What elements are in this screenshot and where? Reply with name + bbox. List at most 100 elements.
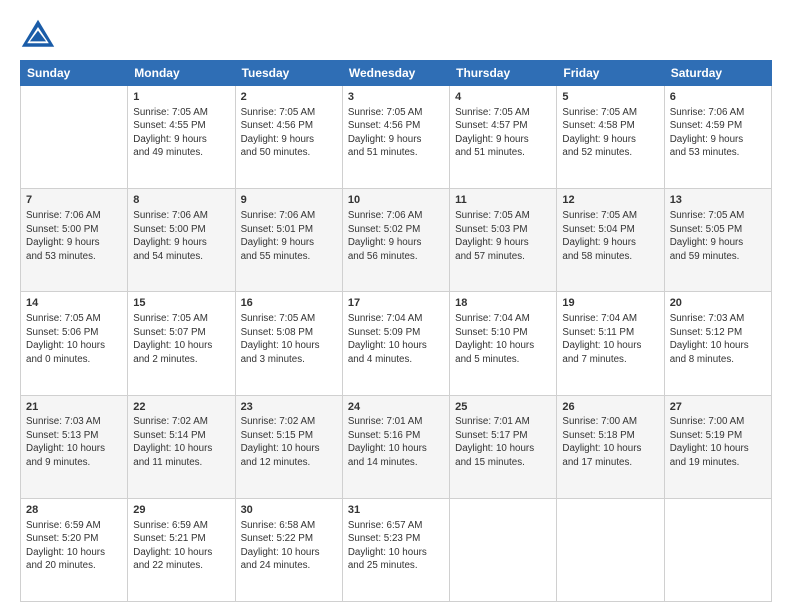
day-number: 29 <box>133 503 229 518</box>
day-number: 11 <box>455 193 551 208</box>
day-info: Sunrise: 6:59 AM Sunset: 5:20 PM Dayligh… <box>26 519 122 573</box>
day-info: Sunrise: 7:05 AM Sunset: 5:06 PM Dayligh… <box>26 312 122 366</box>
page: SundayMondayTuesdayWednesdayThursdayFrid… <box>0 0 792 612</box>
day-number: 7 <box>26 193 122 208</box>
day-number: 3 <box>348 90 444 105</box>
calendar-cell <box>450 498 557 601</box>
week-row-1: 7Sunrise: 7:06 AM Sunset: 5:00 PM Daylig… <box>21 189 772 292</box>
calendar-cell: 19Sunrise: 7:04 AM Sunset: 5:11 PM Dayli… <box>557 292 664 395</box>
day-info: Sunrise: 7:05 AM Sunset: 4:56 PM Dayligh… <box>241 106 337 160</box>
calendar-cell <box>21 86 128 189</box>
day-info: Sunrise: 7:01 AM Sunset: 5:16 PM Dayligh… <box>348 415 444 469</box>
day-info: Sunrise: 7:05 AM Sunset: 4:55 PM Dayligh… <box>133 106 229 160</box>
day-info: Sunrise: 7:03 AM Sunset: 5:13 PM Dayligh… <box>26 415 122 469</box>
day-number: 22 <box>133 400 229 415</box>
day-number: 27 <box>670 400 766 415</box>
day-number: 1 <box>133 90 229 105</box>
day-number: 17 <box>348 296 444 311</box>
calendar-cell: 2Sunrise: 7:05 AM Sunset: 4:56 PM Daylig… <box>235 86 342 189</box>
calendar-cell: 31Sunrise: 6:57 AM Sunset: 5:23 PM Dayli… <box>342 498 449 601</box>
day-number: 30 <box>241 503 337 518</box>
calendar-cell: 9Sunrise: 7:06 AM Sunset: 5:01 PM Daylig… <box>235 189 342 292</box>
day-info: Sunrise: 7:06 AM Sunset: 5:00 PM Dayligh… <box>133 209 229 263</box>
day-info: Sunrise: 7:01 AM Sunset: 5:17 PM Dayligh… <box>455 415 551 469</box>
day-info: Sunrise: 7:06 AM Sunset: 4:59 PM Dayligh… <box>670 106 766 160</box>
day-number: 21 <box>26 400 122 415</box>
calendar-cell: 28Sunrise: 6:59 AM Sunset: 5:20 PM Dayli… <box>21 498 128 601</box>
day-info: Sunrise: 7:05 AM Sunset: 5:05 PM Dayligh… <box>670 209 766 263</box>
day-info: Sunrise: 6:57 AM Sunset: 5:23 PM Dayligh… <box>348 519 444 573</box>
calendar-cell: 23Sunrise: 7:02 AM Sunset: 5:15 PM Dayli… <box>235 395 342 498</box>
calendar-cell <box>557 498 664 601</box>
day-info: Sunrise: 7:00 AM Sunset: 5:18 PM Dayligh… <box>562 415 658 469</box>
col-header-tuesday: Tuesday <box>235 61 342 86</box>
day-number: 15 <box>133 296 229 311</box>
calendar-cell: 21Sunrise: 7:03 AM Sunset: 5:13 PM Dayli… <box>21 395 128 498</box>
calendar-cell: 22Sunrise: 7:02 AM Sunset: 5:14 PM Dayli… <box>128 395 235 498</box>
calendar-cell: 4Sunrise: 7:05 AM Sunset: 4:57 PM Daylig… <box>450 86 557 189</box>
day-info: Sunrise: 7:00 AM Sunset: 5:19 PM Dayligh… <box>670 415 766 469</box>
calendar-cell: 11Sunrise: 7:05 AM Sunset: 5:03 PM Dayli… <box>450 189 557 292</box>
day-number: 6 <box>670 90 766 105</box>
calendar-cell: 12Sunrise: 7:05 AM Sunset: 5:04 PM Dayli… <box>557 189 664 292</box>
calendar-cell: 18Sunrise: 7:04 AM Sunset: 5:10 PM Dayli… <box>450 292 557 395</box>
col-header-sunday: Sunday <box>21 61 128 86</box>
day-info: Sunrise: 7:06 AM Sunset: 5:00 PM Dayligh… <box>26 209 122 263</box>
calendar-table: SundayMondayTuesdayWednesdayThursdayFrid… <box>20 60 772 602</box>
calendar-header: SundayMondayTuesdayWednesdayThursdayFrid… <box>21 61 772 86</box>
day-number: 28 <box>26 503 122 518</box>
day-number: 25 <box>455 400 551 415</box>
day-number: 9 <box>241 193 337 208</box>
day-info: Sunrise: 7:02 AM Sunset: 5:15 PM Dayligh… <box>241 415 337 469</box>
calendar-cell: 25Sunrise: 7:01 AM Sunset: 5:17 PM Dayli… <box>450 395 557 498</box>
calendar-cell: 13Sunrise: 7:05 AM Sunset: 5:05 PM Dayli… <box>664 189 771 292</box>
day-number: 18 <box>455 296 551 311</box>
day-info: Sunrise: 7:03 AM Sunset: 5:12 PM Dayligh… <box>670 312 766 366</box>
day-number: 20 <box>670 296 766 311</box>
calendar-cell: 24Sunrise: 7:01 AM Sunset: 5:16 PM Dayli… <box>342 395 449 498</box>
logo <box>20 18 60 54</box>
day-info: Sunrise: 7:05 AM Sunset: 5:04 PM Dayligh… <box>562 209 658 263</box>
day-info: Sunrise: 7:04 AM Sunset: 5:10 PM Dayligh… <box>455 312 551 366</box>
day-number: 16 <box>241 296 337 311</box>
day-info: Sunrise: 6:58 AM Sunset: 5:22 PM Dayligh… <box>241 519 337 573</box>
day-info: Sunrise: 7:05 AM Sunset: 4:57 PM Dayligh… <box>455 106 551 160</box>
day-info: Sunrise: 7:04 AM Sunset: 5:11 PM Dayligh… <box>562 312 658 366</box>
logo-icon <box>20 18 56 54</box>
calendar-cell: 30Sunrise: 6:58 AM Sunset: 5:22 PM Dayli… <box>235 498 342 601</box>
day-number: 2 <box>241 90 337 105</box>
header <box>20 18 772 54</box>
day-number: 4 <box>455 90 551 105</box>
day-info: Sunrise: 7:05 AM Sunset: 4:58 PM Dayligh… <box>562 106 658 160</box>
day-number: 12 <box>562 193 658 208</box>
calendar-cell <box>664 498 771 601</box>
day-info: Sunrise: 7:05 AM Sunset: 5:03 PM Dayligh… <box>455 209 551 263</box>
day-info: Sunrise: 7:05 AM Sunset: 4:56 PM Dayligh… <box>348 106 444 160</box>
day-number: 31 <box>348 503 444 518</box>
day-number: 8 <box>133 193 229 208</box>
col-header-thursday: Thursday <box>450 61 557 86</box>
calendar-cell: 1Sunrise: 7:05 AM Sunset: 4:55 PM Daylig… <box>128 86 235 189</box>
day-number: 19 <box>562 296 658 311</box>
day-number: 5 <box>562 90 658 105</box>
col-header-monday: Monday <box>128 61 235 86</box>
calendar-cell: 15Sunrise: 7:05 AM Sunset: 5:07 PM Dayli… <box>128 292 235 395</box>
calendar-cell: 3Sunrise: 7:05 AM Sunset: 4:56 PM Daylig… <box>342 86 449 189</box>
calendar-cell: 17Sunrise: 7:04 AM Sunset: 5:09 PM Dayli… <box>342 292 449 395</box>
day-info: Sunrise: 7:04 AM Sunset: 5:09 PM Dayligh… <box>348 312 444 366</box>
day-number: 14 <box>26 296 122 311</box>
week-row-2: 14Sunrise: 7:05 AM Sunset: 5:06 PM Dayli… <box>21 292 772 395</box>
day-info: Sunrise: 7:02 AM Sunset: 5:14 PM Dayligh… <box>133 415 229 469</box>
calendar-cell: 5Sunrise: 7:05 AM Sunset: 4:58 PM Daylig… <box>557 86 664 189</box>
day-number: 23 <box>241 400 337 415</box>
col-header-saturday: Saturday <box>664 61 771 86</box>
col-header-wednesday: Wednesday <box>342 61 449 86</box>
week-row-3: 21Sunrise: 7:03 AM Sunset: 5:13 PM Dayli… <box>21 395 772 498</box>
calendar-cell: 29Sunrise: 6:59 AM Sunset: 5:21 PM Dayli… <box>128 498 235 601</box>
calendar-cell: 16Sunrise: 7:05 AM Sunset: 5:08 PM Dayli… <box>235 292 342 395</box>
day-info: Sunrise: 7:05 AM Sunset: 5:07 PM Dayligh… <box>133 312 229 366</box>
day-info: Sunrise: 7:06 AM Sunset: 5:01 PM Dayligh… <box>241 209 337 263</box>
day-number: 10 <box>348 193 444 208</box>
calendar-cell: 27Sunrise: 7:00 AM Sunset: 5:19 PM Dayli… <box>664 395 771 498</box>
calendar-body: 1Sunrise: 7:05 AM Sunset: 4:55 PM Daylig… <box>21 86 772 602</box>
